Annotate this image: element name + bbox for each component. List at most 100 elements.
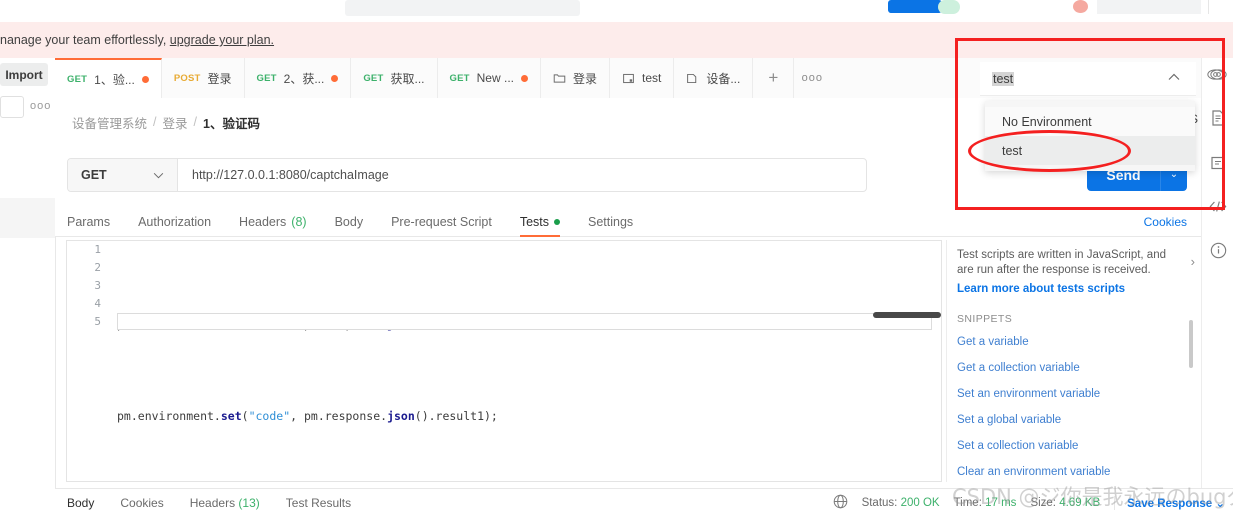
folder-tab[interactable]: 登录 <box>540 58 610 98</box>
tab-title: test <box>642 71 662 85</box>
status-pill <box>938 0 960 14</box>
status-value: 200 OK <box>900 496 940 509</box>
tab-overflow-icon[interactable]: ooo <box>794 58 830 98</box>
folder-tab[interactable]: 设备... <box>674 58 754 98</box>
chevron-right-icon[interactable]: › <box>1191 254 1195 269</box>
tab-authorization[interactable]: Authorization <box>138 215 211 236</box>
tab-label: Authorization <box>138 215 212 229</box>
tab-label: Tests <box>519 215 549 229</box>
global-search-bar[interactable] <box>345 0 580 16</box>
tab-label: Params <box>67 215 111 229</box>
new-tab-button[interactable]: + <box>753 58 795 98</box>
editor-horizontal-scrollbar[interactable] <box>873 312 941 318</box>
tab-title: 1、验... <box>94 72 135 87</box>
save-response-label: Save Response <box>1127 497 1213 510</box>
snippet-item[interactable]: Set a collection variable <box>957 433 1201 459</box>
size-label: Size: <box>1030 496 1057 509</box>
url-input[interactable]: http://127.0.0.1:8080/captchaImage <box>178 159 866 191</box>
docs-scrollbar[interactable] <box>1189 320 1193 368</box>
breadcrumb: 设备管理系统 / 登录 / 1、验证码 <box>55 113 260 132</box>
tab-label: Headers <box>239 215 287 229</box>
request-tab[interactable]: GET New ... <box>437 58 541 98</box>
learn-more-link[interactable]: Learn more about tests scripts <box>957 282 1175 297</box>
time-value: 17 ms <box>985 496 1017 509</box>
tab-tests[interactable]: Tests <box>519 215 561 237</box>
avatar[interactable] <box>1073 0 1088 13</box>
comment-icon[interactable] <box>1210 155 1226 174</box>
response-tab-body[interactable]: Body <box>67 496 94 510</box>
environment-tab[interactable]: test <box>610 58 675 98</box>
snippet-item[interactable]: Get a collection variable <box>957 355 1201 381</box>
response-tab-cookies[interactable]: Cookies <box>120 496 163 510</box>
code-line: pm.environment.set("code", pm.response.j… <box>117 407 941 425</box>
environment-selector[interactable]: test <box>980 62 1196 96</box>
breadcrumb-separator: / <box>193 115 197 129</box>
globe-icon <box>833 494 848 512</box>
tests-script-editor[interactable]: 1 2 3 4 5 pm.environment.set("uuid", pm.… <box>66 240 942 482</box>
tab-settings[interactable]: Settings <box>588 215 633 236</box>
sidebar-filter-input[interactable] <box>0 96 24 118</box>
cookies-link[interactable]: Cookies <box>1144 215 1187 229</box>
tab-body[interactable]: Body <box>335 215 364 236</box>
app-top-strip <box>0 0 1233 23</box>
tab-method-label: POST <box>173 72 201 84</box>
chevron-up-icon <box>1168 73 1180 84</box>
response-status-group: Status: 200 OK Time: 17 ms Size: 4.69 KB… <box>833 494 1225 512</box>
docs-intro: Test scripts are written in JavaScript, … <box>947 240 1201 297</box>
response-tab-headers[interactable]: Headers (13) <box>190 496 260 510</box>
sidebar-selected-row[interactable] <box>0 198 55 238</box>
code-token: pm.environment. <box>117 409 221 423</box>
size-value: 4.69 KB <box>1059 496 1101 509</box>
method-url-group: GET http://127.0.0.1:8080/captchaImage <box>67 158 867 192</box>
top-divider <box>1208 0 1209 14</box>
environment-icon <box>622 72 635 85</box>
code-icon[interactable] <box>1209 200 1227 216</box>
request-tab[interactable]: GET 获取... <box>351 58 438 98</box>
time-badge: Time: 17 ms <box>954 497 1017 509</box>
right-icon-rail <box>1201 58 1233 498</box>
unsaved-dot-icon <box>141 75 149 83</box>
upgrade-plan-link[interactable]: upgrade your plan. <box>170 33 274 47</box>
breadcrumb-root[interactable]: 设备管理系统 <box>72 113 147 132</box>
breadcrumb-current: 1、验证码 <box>203 116 260 131</box>
documentation-icon[interactable] <box>1210 110 1226 129</box>
tab-method-label: GET <box>67 73 88 85</box>
tab-headers[interactable]: Headers (8) <box>239 215 307 236</box>
editor-active-line-highlight <box>117 313 932 330</box>
tab-params[interactable]: Params <box>67 215 110 236</box>
info-icon[interactable] <box>1210 242 1227 262</box>
sidebar-more-icon[interactable]: ooo <box>30 100 51 112</box>
snippet-item[interactable]: Set an environment variable <box>957 381 1201 407</box>
snippets-heading: SNIPPETS <box>957 313 1013 325</box>
breadcrumb-parent[interactable]: 登录 <box>163 113 188 132</box>
environment-option-no-environment[interactable]: No Environment <box>985 107 1195 136</box>
status-badge: Status: 200 OK <box>862 497 940 509</box>
http-method-value: GET <box>81 168 107 182</box>
response-tab-test-results[interactable]: Test Results <box>286 496 351 510</box>
environment-selected-value: test <box>992 71 1015 86</box>
tab-title: 登录 <box>207 71 232 86</box>
save-response-button[interactable]: Save Response ⌄ <box>1114 495 1225 510</box>
editor-gutter: 1 2 3 4 5 <box>67 241 111 481</box>
code-token: "code" <box>248 409 291 423</box>
tab-pre-request-script[interactable]: Pre-request Script <box>391 215 492 236</box>
import-button[interactable]: Import <box>0 63 48 86</box>
editor-code-area[interactable]: pm.environment.set("uuid", pm.response.j… <box>117 241 941 481</box>
tab-title: 登录 <box>572 71 597 86</box>
request-tab[interactable]: POST 登录 <box>161 58 245 98</box>
chevron-down-icon: ⌄ <box>1215 497 1225 510</box>
snippet-item[interactable]: Set a global variable <box>957 407 1201 433</box>
environment-quick-look-icon[interactable] <box>1207 68 1224 84</box>
snippet-item[interactable]: Get a variable <box>957 329 1201 355</box>
http-method-select[interactable]: GET <box>68 159 178 191</box>
tab-title: 设备... <box>706 71 741 86</box>
request-tab[interactable]: GET 1、验... <box>55 58 162 98</box>
snippet-item[interactable]: Clear an environment variable <box>957 459 1201 482</box>
line-number: 4 <box>94 297 101 310</box>
code-token: json <box>387 409 415 423</box>
request-tab[interactable]: GET 2、获... <box>244 58 352 98</box>
upgrade-button[interactable] <box>888 0 942 13</box>
unsaved-dot-icon <box>520 74 528 82</box>
tab-label: Body <box>334 215 364 229</box>
environment-option-test[interactable]: test <box>985 136 1195 165</box>
